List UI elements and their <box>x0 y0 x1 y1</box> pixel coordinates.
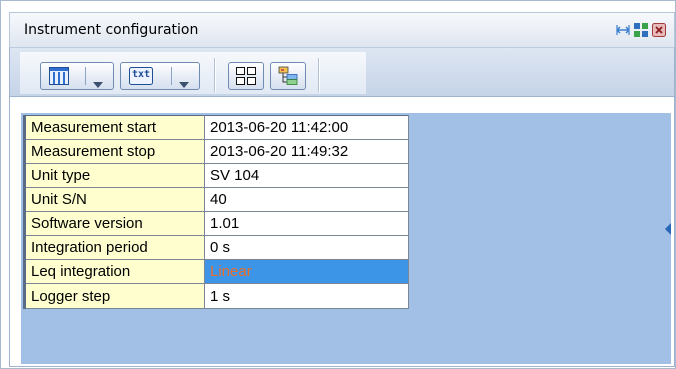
toolbar-separator <box>318 58 319 92</box>
close-icon[interactable] <box>652 23 666 37</box>
table-row[interactable]: Logger step 1 s <box>24 283 409 309</box>
collapse-arrow-icon[interactable] <box>665 223 671 235</box>
property-value[interactable]: 0 s <box>204 235 409 260</box>
property-key: Measurement stop <box>24 139 205 164</box>
columns-icon <box>49 67 69 89</box>
property-key: Unit S/N <box>24 187 205 212</box>
title-bar: Instrument configuration <box>9 12 675 47</box>
table-row[interactable]: Leq integration Linear <box>24 259 409 284</box>
property-key: Leq integration <box>24 259 205 284</box>
restore-icon[interactable] <box>616 23 630 37</box>
property-key: Unit type <box>24 163 205 188</box>
property-value-selected[interactable]: Linear <box>204 259 409 284</box>
property-value[interactable]: 1.01 <box>204 211 409 236</box>
property-value[interactable]: 1 s <box>204 283 409 309</box>
property-key: Software version <box>24 211 205 236</box>
window-title: Instrument configuration <box>24 22 199 38</box>
text-export-button[interactable]: txt <box>120 62 200 90</box>
property-key: Logger step <box>24 283 205 309</box>
property-value[interactable]: 2013-06-20 11:49:32 <box>204 139 409 164</box>
table-row[interactable]: Software version 1.01 <box>24 211 409 236</box>
txt-label: txt <box>132 69 151 80</box>
property-value[interactable]: 40 <box>204 187 409 212</box>
table-row[interactable]: Measurement stop 2013-06-20 11:49:32 <box>24 139 409 164</box>
button-divider <box>85 67 86 85</box>
toolbar: txt <box>9 47 675 97</box>
maximize-icon[interactable] <box>634 23 648 37</box>
grid-layout-button[interactable] <box>228 62 264 90</box>
columns-view-button[interactable] <box>40 62 114 90</box>
tree-icon <box>278 66 298 90</box>
tree-view-button[interactable] <box>270 62 306 90</box>
toolbar-buttons-area: txt <box>20 52 366 94</box>
table-row[interactable]: Measurement start 2013-06-20 11:42:00 <box>24 115 409 140</box>
property-value[interactable]: SV 104 <box>204 163 409 188</box>
grid-icon <box>236 67 256 89</box>
property-key: Measurement start <box>24 115 205 140</box>
instrument-configuration-window: Instrument configuration txt Measurement… <box>0 0 676 369</box>
property-value[interactable]: 2013-06-20 11:42:00 <box>204 115 409 140</box>
property-key: Integration period <box>24 235 205 260</box>
chevron-down-icon[interactable] <box>93 73 103 92</box>
table-row[interactable]: Unit S/N 40 <box>24 187 409 212</box>
properties-grid: Measurement start 2013-06-20 11:42:00 Me… <box>23 115 409 309</box>
button-divider <box>171 67 172 85</box>
table-row[interactable]: Unit type SV 104 <box>24 163 409 188</box>
chevron-down-icon[interactable] <box>179 73 189 92</box>
table-row[interactable]: Integration period 0 s <box>24 235 409 260</box>
toolbar-separator <box>214 58 215 92</box>
